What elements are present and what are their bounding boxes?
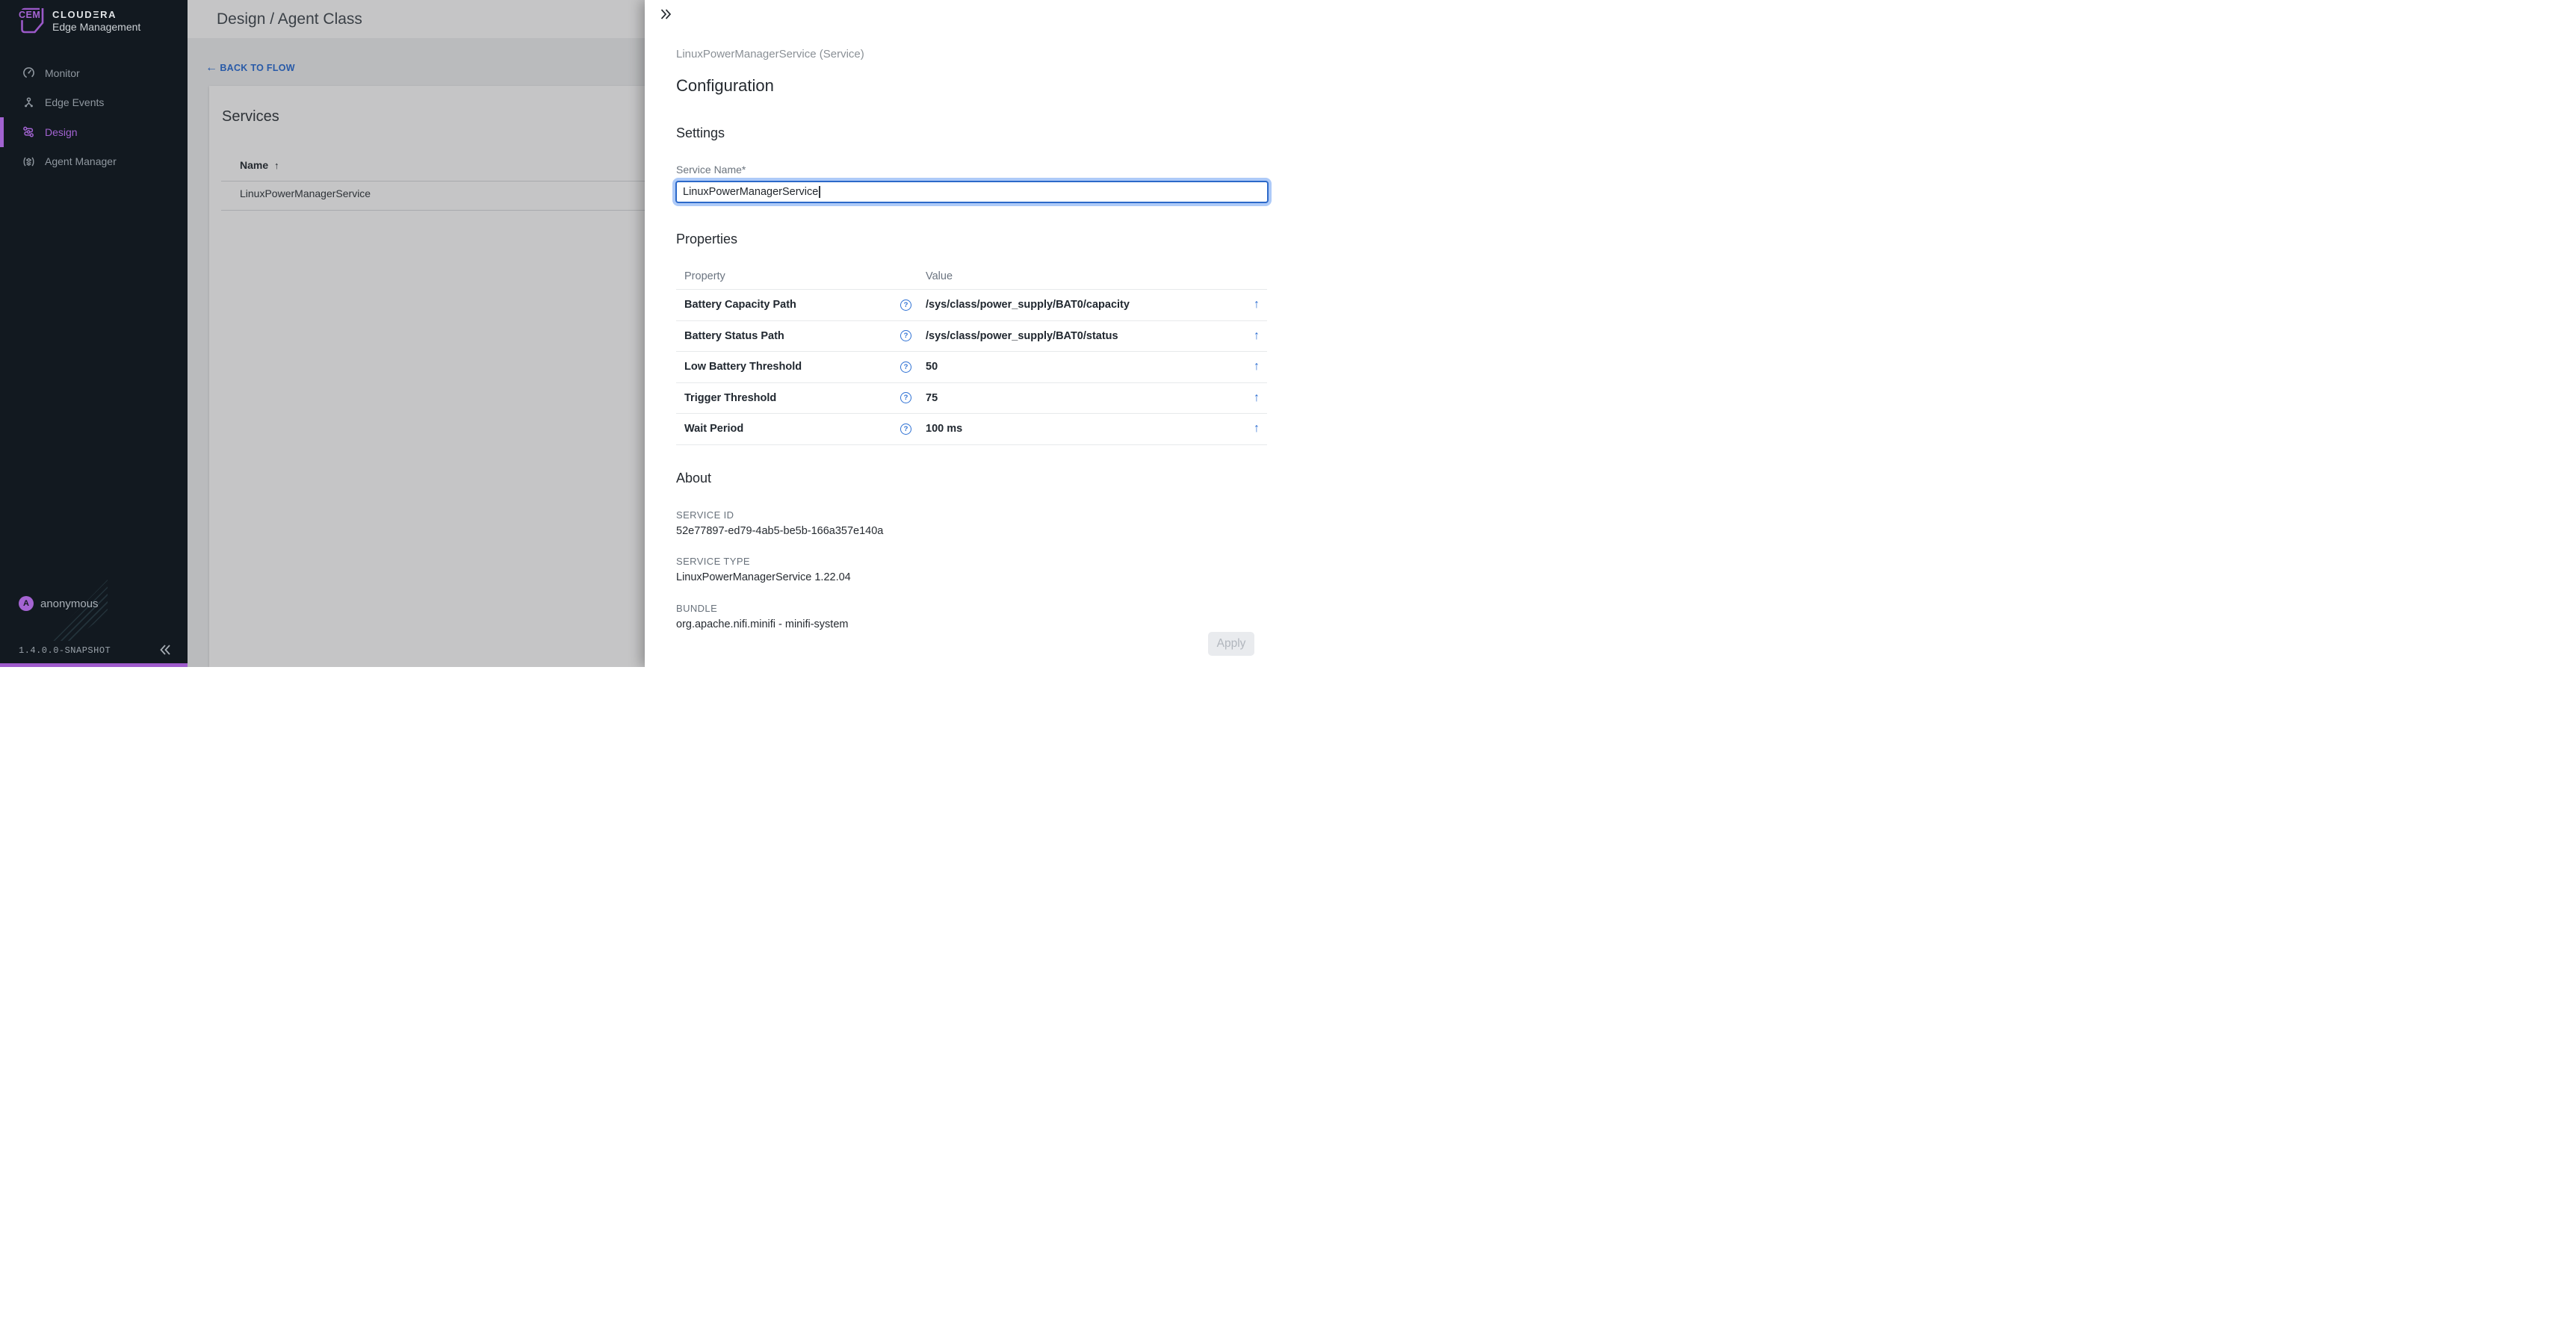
sidebar-accent-strip: [0, 663, 188, 667]
user-menu[interactable]: A anonymous: [19, 596, 99, 611]
about-label: BUNDLE: [676, 603, 848, 614]
property-row: Battery Status Path ? /sys/class/power_s…: [676, 321, 1267, 353]
apply-button[interactable]: Apply: [1208, 632, 1254, 656]
help-icon[interactable]: ?: [900, 424, 911, 435]
property-value: /sys/class/power_supply/BAT0/status: [918, 330, 1245, 342]
sidebar-menu: Monitor Edge Events: [0, 58, 188, 176]
chevrons-right-icon: [660, 8, 672, 20]
overlay-scrim[interactable]: [188, 0, 645, 667]
help-icon[interactable]: ?: [900, 362, 911, 373]
property-row: Low Battery Threshold ? 50 ↑: [676, 352, 1267, 383]
property-value: 50: [918, 361, 1245, 373]
chevrons-left-icon: [158, 642, 173, 657]
arrow-up-icon[interactable]: ↑: [1245, 391, 1267, 405]
properties-table-header: Property Value: [676, 263, 1267, 290]
property-name: Battery Status Path: [676, 330, 900, 342]
about-entry-bundle: BUNDLE org.apache.nifi.minifi - minifi-s…: [676, 603, 848, 630]
drawer-collapse-button[interactable]: [660, 8, 672, 20]
about-entry-service-type: SERVICE TYPE LinuxPowerManagerService 1.…: [676, 556, 851, 583]
about-value: LinuxPowerManagerService 1.22.04: [676, 571, 851, 583]
help-icon[interactable]: ?: [900, 330, 911, 341]
text-cursor: [819, 186, 820, 198]
about-label: SERVICE TYPE: [676, 556, 851, 567]
arrow-up-icon[interactable]: ↑: [1245, 422, 1267, 435]
property-value: 100 ms: [918, 423, 1245, 435]
property-name: Battery Capacity Path: [676, 299, 900, 311]
about-heading: About: [676, 471, 711, 486]
agent-manager-icon: [22, 155, 35, 168]
about-label: SERVICE ID: [676, 509, 883, 521]
product-name: Edge Management: [52, 21, 140, 33]
service-name-value: LinuxPowerManagerService: [683, 186, 818, 198]
arrow-up-icon[interactable]: ↑: [1245, 329, 1267, 343]
sidebar-item-label: Monitor: [45, 67, 80, 79]
brand-name: CLOUDΞRA: [52, 9, 117, 20]
sidebar-item-label: Edge Events: [45, 96, 104, 108]
sidebar-item-edge-events[interactable]: Edge Events: [0, 88, 188, 118]
column-header-value: Value: [918, 270, 1245, 282]
arrow-up-icon[interactable]: ↑: [1245, 298, 1267, 311]
service-name-input[interactable]: LinuxPowerManagerService: [675, 181, 1269, 203]
drawer-title: Configuration: [676, 76, 774, 96]
main-content: Design / Agent Class ← BACK TO FLOW Serv…: [188, 0, 645, 667]
property-value: 75: [918, 392, 1245, 404]
column-header-property: Property: [676, 270, 900, 282]
about-value: 52e77897-ed79-4ab5-be5b-166a357e140a: [676, 525, 883, 537]
app-window: CEM CLOUDΞRA Edge Management Monitor: [0, 0, 1288, 667]
property-name: Low Battery Threshold: [676, 361, 900, 373]
about-value: org.apache.nifi.minifi - minifi-system: [676, 618, 848, 630]
help-icon[interactable]: ?: [900, 392, 911, 403]
properties-table: Property Value Battery Capacity Path ? /…: [676, 263, 1267, 445]
drawer-context-label: LinuxPowerManagerService (Service): [676, 48, 864, 61]
property-value: /sys/class/power_supply/BAT0/capacity: [918, 299, 1245, 311]
property-name: Wait Period: [676, 423, 900, 435]
gauge-icon: [22, 66, 35, 79]
arrow-up-icon[interactable]: ↑: [1245, 360, 1267, 373]
design-flow-icon: [22, 125, 35, 138]
service-name-label: Service Name*: [676, 164, 746, 176]
configuration-drawer: LinuxPowerManagerService (Service) Confi…: [645, 0, 1288, 667]
property-row: Wait Period ? 100 ms ↑: [676, 414, 1267, 445]
property-row: Trigger Threshold ? 75 ↑: [676, 383, 1267, 415]
cem-badge-text: CEM: [18, 10, 41, 20]
avatar: A: [19, 596, 34, 611]
version-label: 1.4.0.0-SNAPSHOT: [19, 645, 111, 656]
properties-heading: Properties: [676, 232, 737, 247]
username: anonymous: [40, 598, 99, 610]
help-icon[interactable]: ?: [900, 300, 911, 311]
property-name: Trigger Threshold: [676, 392, 900, 404]
sidebar-item-design[interactable]: Design: [0, 117, 188, 147]
sidebar-item-label: Agent Manager: [45, 155, 117, 167]
property-row: Battery Capacity Path ? /sys/class/power…: [676, 290, 1267, 321]
sidebar-item-monitor[interactable]: Monitor: [0, 58, 188, 88]
sidebar-collapse-button[interactable]: [158, 642, 173, 657]
cem-logo[interactable]: CEM: [21, 7, 44, 34]
edge-events-icon: [22, 96, 35, 109]
about-entry-service-id: SERVICE ID 52e77897-ed79-4ab5-be5b-166a3…: [676, 509, 883, 537]
sidebar-item-agent-manager[interactable]: Agent Manager: [0, 147, 188, 177]
settings-heading: Settings: [676, 125, 725, 141]
sidebar: CEM CLOUDΞRA Edge Management Monitor: [0, 0, 188, 667]
sidebar-item-label: Design: [45, 126, 78, 138]
